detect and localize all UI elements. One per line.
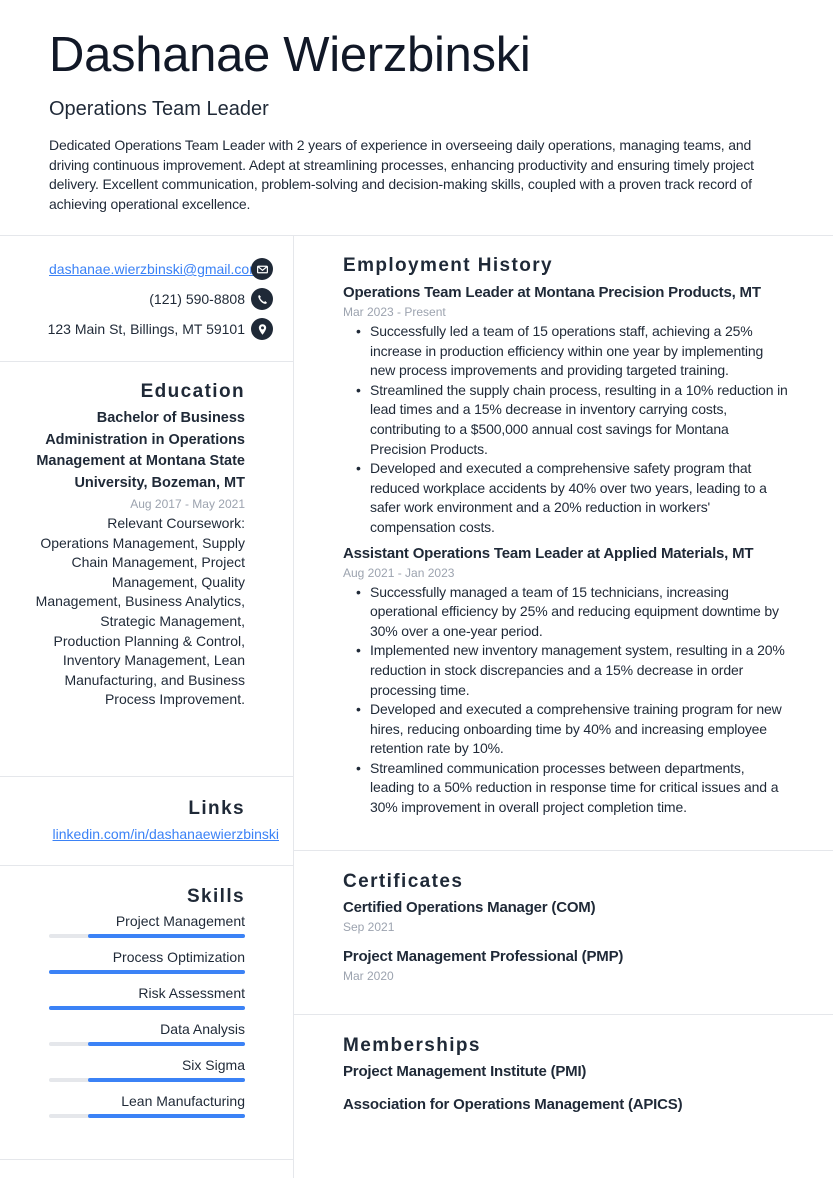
employment-section: Employment History Operations Team Leade… xyxy=(294,236,833,851)
job-bullet: Developed and executed a comprehensive t… xyxy=(356,700,788,759)
memberships-heading: Memberships xyxy=(343,1035,481,1056)
skill-level-bar xyxy=(49,970,245,974)
contact-section: dashanae.wierzbinski@gmail.com (121) 590… xyxy=(0,236,293,362)
certificates-heading: Certificates xyxy=(343,871,464,892)
job-bullets: Successfully led a team of 15 operations… xyxy=(343,322,793,538)
linkedin-link[interactable]: linkedin.com/in/dashanaewierzbinski xyxy=(0,826,279,842)
job-entry: Operations Team Leader at Montana Precis… xyxy=(343,283,793,538)
skill-level-bar xyxy=(49,1006,245,1010)
links-section: Links linkedin.com/in/dashanaewierzbinsk… xyxy=(0,777,293,866)
skill-item: Process Optimization xyxy=(0,948,245,974)
job-dates: Mar 2023 - Present xyxy=(343,305,446,319)
job-bullets: Successfully managed a team of 15 techni… xyxy=(343,583,793,818)
contact-phone: (121) 590-8808 xyxy=(0,284,273,314)
skill-name: Project Management xyxy=(115,913,245,929)
certificate-name: Project Management Professional (PMP) xyxy=(343,948,624,965)
skill-item: Lean Manufacturing xyxy=(0,1092,245,1118)
resume-header: Dashanae Wierzbinski Operations Team Lea… xyxy=(49,26,799,214)
address-text: 123 Main St, Billings, MT 59101 xyxy=(47,321,245,337)
right-column: Employment History Operations Team Leade… xyxy=(294,236,833,1115)
certificate-date: Sep 2021 xyxy=(343,920,395,934)
membership-item: Project Management Institute (PMI) xyxy=(343,1063,587,1080)
phone-icon xyxy=(251,288,273,310)
phone-number: (121) 590-8808 xyxy=(149,291,245,307)
certificate-date: Mar 2020 xyxy=(343,969,394,983)
skill-level-bar xyxy=(49,934,245,938)
candidate-name: Dashanae Wierzbinski xyxy=(49,28,531,82)
employment-heading: Employment History xyxy=(343,255,553,276)
left-column: dashanae.wierzbinski@gmail.com (121) 590… xyxy=(0,236,293,1160)
certificate-item: Project Management Professional (PMP) Ma… xyxy=(343,947,793,985)
contact-address: 123 Main St, Billings, MT 59101 xyxy=(0,314,273,344)
skills-heading: Skills xyxy=(186,886,245,907)
skill-item: Risk Assessment xyxy=(0,984,245,1010)
job-bullet: Implemented new inventory management sys… xyxy=(356,641,788,700)
skill-level-bar xyxy=(49,1114,245,1118)
job-title: Operations Team Leader at Montana Precis… xyxy=(343,284,761,301)
profile-summary: Dedicated Operations Team Leader with 2 … xyxy=(49,137,754,212)
skill-item: Six Sigma xyxy=(0,1056,245,1082)
skill-item: Data Analysis xyxy=(0,1020,245,1046)
links-heading: Links xyxy=(188,798,245,819)
skill-level-fill xyxy=(88,934,245,938)
skills-list: Project Management Process Optimization Ri… xyxy=(0,912,245,1118)
skill-level-fill xyxy=(49,970,245,974)
education-section: Education Bachelor of Business Administr… xyxy=(0,362,293,777)
job-bullet: Developed and executed a comprehensive s… xyxy=(356,459,788,537)
job-bullet: Streamlined communication processes betw… xyxy=(356,759,788,818)
job-title: Assistant Operations Team Leader at Appl… xyxy=(343,544,754,562)
job-bullet: Streamlined the supply chain process, re… xyxy=(356,381,788,459)
skill-item: Project Management xyxy=(0,912,245,938)
certificate-name: Certified Operations Manager (COM) xyxy=(343,899,596,916)
certificate-item: Certified Operations Manager (COM) Sep 2… xyxy=(343,898,793,936)
skill-level-fill xyxy=(88,1114,245,1118)
job-dates: Aug 2021 - Jan 2023 xyxy=(343,565,455,580)
candidate-title: Operations Team Leader xyxy=(49,98,269,120)
education-dates: Aug 2017 - May 2021 xyxy=(130,497,245,511)
education-description: Relevant Coursework: Operations Manageme… xyxy=(35,515,245,708)
skill-level-bar xyxy=(49,1042,245,1046)
skill-level-fill xyxy=(88,1078,245,1082)
email-link[interactable]: dashanae.wierzbinski@gmail.com xyxy=(49,261,255,277)
certificates-section: Certificates Certified Operations Manage… xyxy=(294,851,833,1015)
job-entry: Assistant Operations Team Leader at Appl… xyxy=(343,544,793,818)
job-bullet: Successfully led a team of 15 operations… xyxy=(356,322,788,381)
envelope-icon xyxy=(251,258,273,280)
membership-item: Association for Operations Management (A… xyxy=(343,1096,683,1113)
skill-level-fill xyxy=(88,1042,245,1046)
skill-name: Data Analysis xyxy=(160,1021,245,1037)
education-heading: Education xyxy=(140,381,245,402)
skill-level-bar xyxy=(49,1078,245,1082)
map-pin-icon xyxy=(251,318,273,340)
skill-name: Process Optimization xyxy=(112,949,245,965)
skill-name: Lean Manufacturing xyxy=(121,1093,245,1109)
skill-level-fill xyxy=(49,1006,245,1010)
skill-name: Six Sigma xyxy=(181,1057,245,1073)
contact-email: dashanae.wierzbinski@gmail.com xyxy=(0,254,273,284)
memberships-section: Memberships Project Management Institute… xyxy=(294,1015,833,1115)
education-degree: Bachelor of Business Administration in O… xyxy=(36,410,245,491)
job-bullet: Successfully managed a team of 15 techni… xyxy=(356,583,788,642)
skills-section: Skills Project Management Process Optimiz… xyxy=(0,866,293,1160)
skill-name: Risk Assessment xyxy=(138,985,245,1001)
